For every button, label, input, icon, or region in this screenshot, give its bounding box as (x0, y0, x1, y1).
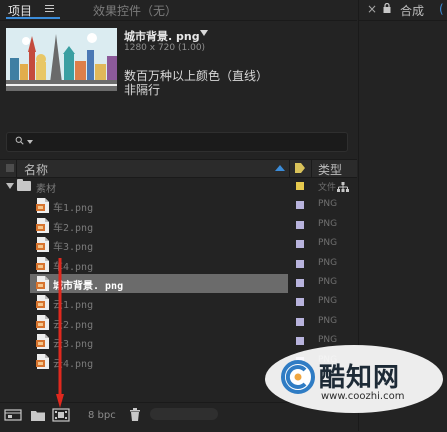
watermark-url: www.coozhi.com (321, 391, 405, 402)
list-item[interactable]: 车3.png PNG (0, 235, 357, 254)
item-type: PNG (318, 257, 338, 268)
header-options-icon[interactable] (6, 164, 14, 172)
item-name: 车3.png (53, 242, 94, 254)
png-file-icon (36, 256, 49, 272)
png-file-icon (36, 314, 49, 330)
project-tab-bar: 项目 效果控件（无） (0, 0, 357, 21)
png-file-icon (36, 334, 49, 350)
interpret-footage-icon[interactable] (4, 408, 22, 422)
folder-item[interactable]: 素材 文件 (0, 177, 357, 196)
annotation-arrow-icon (56, 258, 64, 408)
footage-field-order: 非隔行 (124, 83, 161, 97)
png-file-icon (36, 198, 49, 214)
column-header-row: 名称 类型 (0, 159, 357, 178)
column-header-type[interactable]: 类型 (318, 161, 342, 178)
png-file-icon (36, 237, 49, 253)
png-file-icon (36, 275, 49, 291)
footage-dropdown-icon[interactable] (200, 30, 208, 36)
item-name: 车1.png (53, 203, 94, 215)
item-type: PNG (318, 296, 338, 307)
item-type: PNG (318, 276, 338, 287)
list-item[interactable]: 云1.png PNG (0, 293, 357, 312)
tab-effect-controls[interactable]: 效果控件（无） (93, 2, 177, 19)
search-dropdown-icon[interactable] (27, 140, 33, 144)
label-color-swatch[interactable] (296, 201, 304, 210)
thumbnail-size-slider[interactable] (150, 408, 218, 420)
column-divider (289, 160, 290, 177)
list-item[interactable]: 车1.png PNG (0, 196, 357, 215)
footage-preview-thumbnail (6, 28, 117, 91)
active-tab-indicator (6, 17, 60, 19)
footage-name: 城市背景. png (124, 30, 200, 43)
list-item[interactable]: 车2.png PNG (0, 216, 357, 235)
project-search-input[interactable] (6, 132, 348, 152)
item-type: 文件 (318, 183, 337, 193)
footage-dimensions: 1280 x 720 (1.00) (124, 43, 206, 53)
trash-icon[interactable] (129, 408, 141, 422)
folder-tree-icon (337, 182, 349, 192)
new-folder-icon[interactable] (30, 408, 46, 422)
tab-composition[interactable]: 合成 (400, 2, 424, 19)
new-composition-icon[interactable] (52, 408, 70, 422)
tab-overflow-icon[interactable]: ( (439, 2, 444, 16)
item-name: 车2.png (53, 222, 94, 234)
item-type: PNG (318, 199, 338, 210)
item-type: PNG (318, 315, 338, 326)
label-color-swatch[interactable] (296, 317, 304, 326)
label-color-swatch[interactable] (296, 278, 304, 287)
label-color-swatch[interactable] (296, 298, 304, 307)
label-color-swatch[interactable] (296, 220, 304, 229)
label-color-swatch[interactable] (296, 240, 304, 249)
png-file-icon (36, 353, 49, 369)
column-header-name[interactable]: 名称 (24, 161, 48, 178)
lock-icon[interactable] (383, 3, 391, 13)
close-icon[interactable]: × (367, 2, 377, 16)
list-item[interactable]: 城市背景. png PNG (0, 273, 357, 293)
list-item[interactable]: 车4.png PNG (0, 255, 357, 274)
label-color-swatch[interactable] (296, 182, 304, 190)
item-type: PNG (318, 238, 338, 249)
label-color-swatch[interactable] (296, 259, 304, 268)
item-type: PNG (318, 218, 338, 229)
png-file-icon (36, 217, 49, 233)
png-file-icon (36, 295, 49, 311)
column-divider (311, 160, 312, 177)
composition-tab-bar: × 合成 ( (359, 0, 447, 21)
project-item-list: 素材 文件 车1.png PNG 车2.png PNG 车3.png PNG 车4.png PNG… (0, 177, 357, 371)
search-icon (15, 136, 24, 145)
color-depth-toggle[interactable]: 8 bpc (88, 410, 116, 421)
list-item[interactable]: 云2.png PNG (0, 313, 357, 332)
watermark-title: 酷知网 (319, 363, 401, 393)
label-column-icon[interactable] (295, 163, 305, 173)
column-divider (16, 160, 17, 177)
sort-ascending-icon[interactable] (275, 165, 285, 171)
expand-arrow-icon[interactable] (6, 183, 14, 189)
item-name: 素材 (36, 184, 56, 195)
folder-icon (17, 179, 31, 191)
panel-menu-icon[interactable] (45, 5, 54, 13)
